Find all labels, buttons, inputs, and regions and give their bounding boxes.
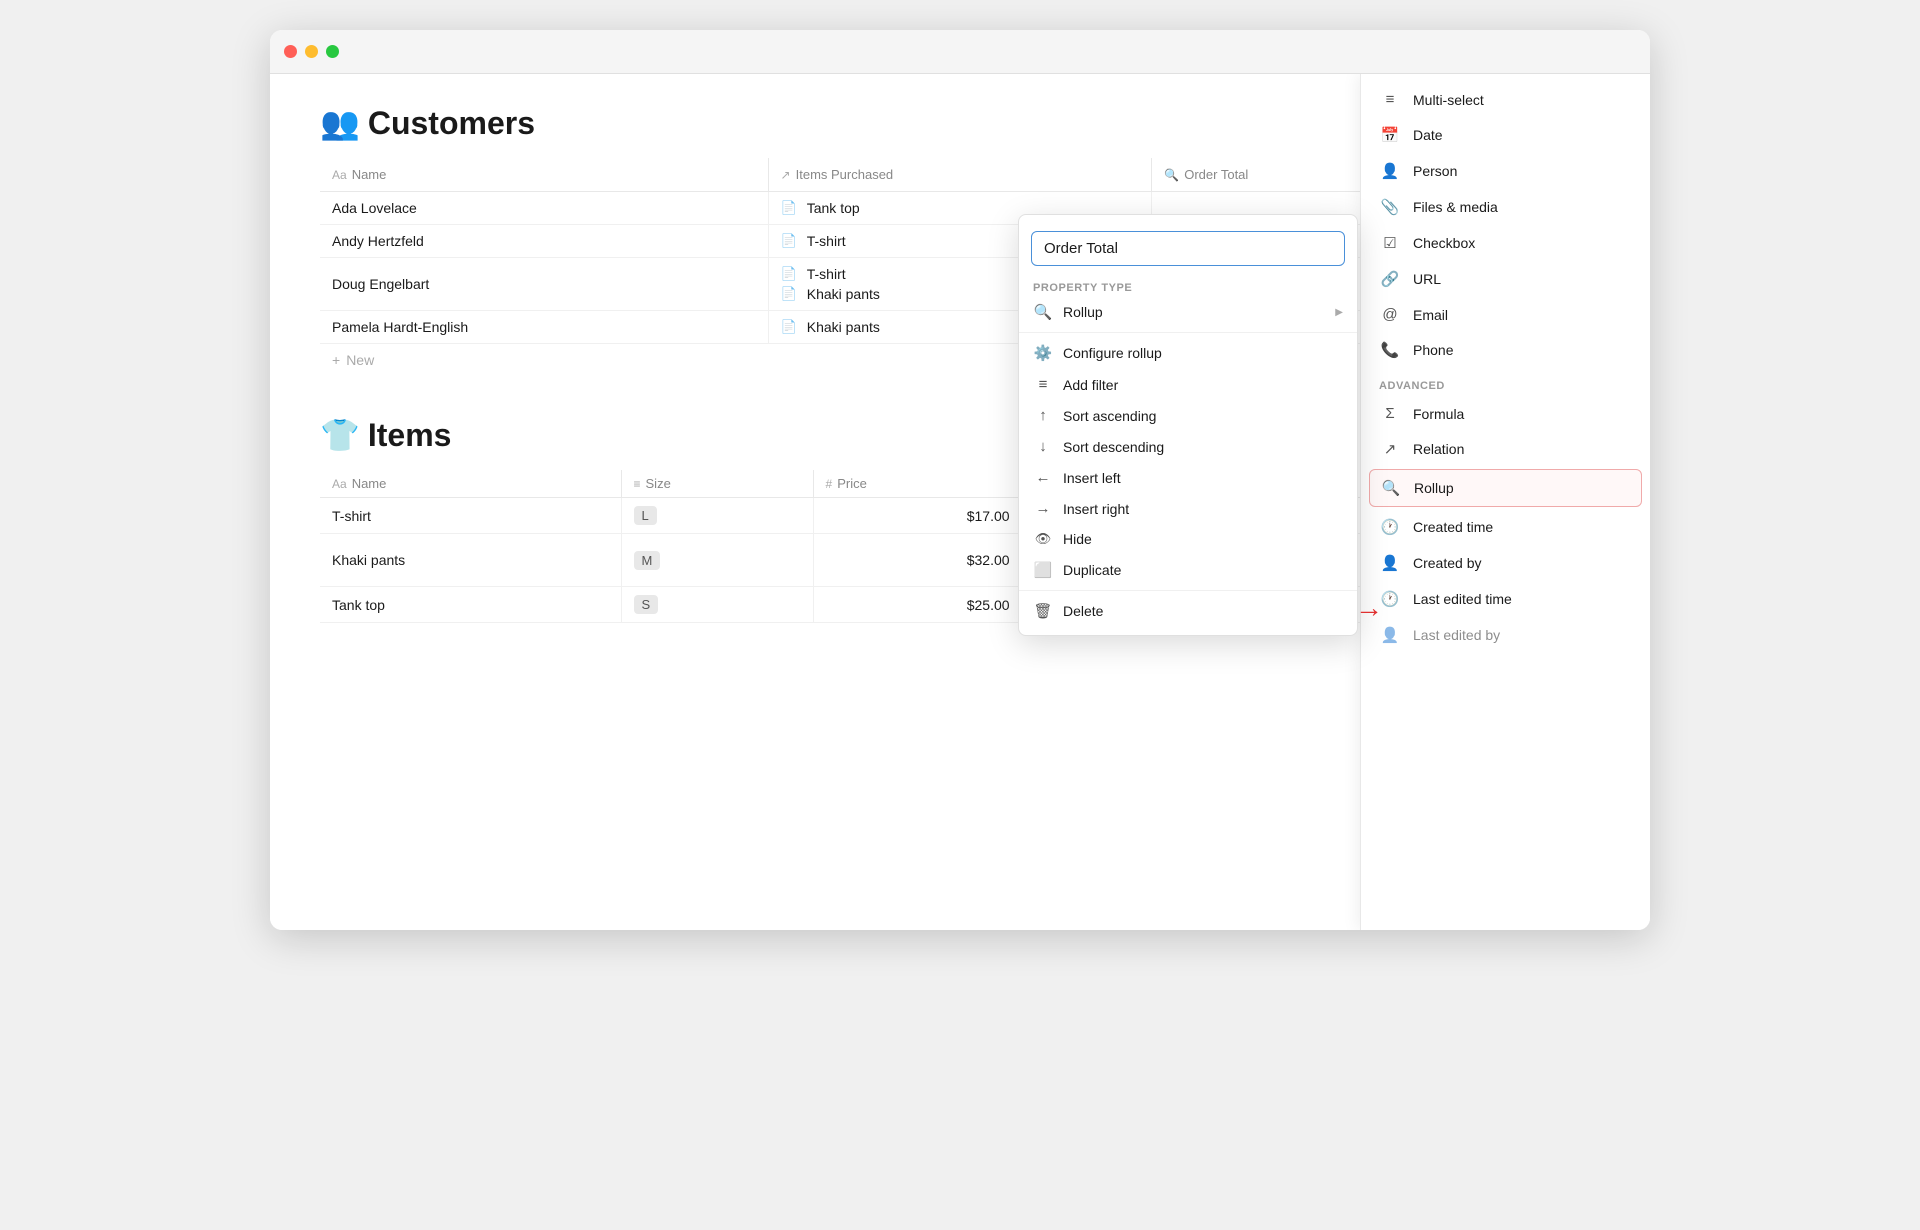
created-time-icon: 🕐 [1379,518,1401,536]
items-col-price[interactable]: # Price [813,470,1022,498]
type-last-edited-time[interactable]: 🕐 Last edited time [1361,581,1650,617]
hide-item[interactable]: 👁 Hide [1019,524,1357,554]
cell-name[interactable]: Tank top [320,587,621,623]
type-created-time[interactable]: 🕐 Created time [1361,509,1650,545]
configure-rollup-item[interactable]: ⚙️ Configure rollup [1019,337,1357,369]
cell-size[interactable]: S [621,587,813,623]
size-badge: M [634,551,661,570]
size-col-icon: ≡ [634,477,641,491]
size-badge: L [634,506,657,525]
type-email[interactable]: @ Email [1361,297,1650,332]
add-filter-item[interactable]: ≡ Add filter [1019,369,1357,400]
rollup-type-icon: 🔍 [1033,303,1053,321]
filter-icon: ≡ [1033,376,1053,393]
duplicate-icon: ⬜ [1033,561,1053,579]
items-col-size[interactable]: ≡ Size [621,470,813,498]
items-col-name[interactable]: Aa Name [320,470,621,498]
type-url[interactable]: 🔗 URL [1361,261,1650,297]
duplicate-item[interactable]: ⬜ Duplicate [1019,554,1357,586]
type-files[interactable]: 📎 Files & media [1361,189,1650,225]
items-title: 👕 Items [320,416,451,454]
files-icon: 📎 [1379,198,1401,216]
type-created-by[interactable]: 👤 Created by [1361,545,1650,581]
type-last-edited-by[interactable]: 👤 Last edited by [1361,617,1650,653]
sort-asc-icon: ↑ [1033,407,1053,424]
sort-ascending-item[interactable]: ↑ Sort ascending [1019,400,1357,431]
formula-icon: Σ [1379,405,1401,422]
doc-icon: 📄 [781,266,797,282]
name-col-icon: Aa [332,168,347,182]
sort-desc-icon: ↓ [1033,438,1053,455]
type-person[interactable]: 👤 Person [1361,153,1650,189]
url-icon: 🔗 [1379,270,1401,288]
type-rollup[interactable]: 🔍 Rollup [1369,469,1642,507]
items-col-icon: ↗ [781,168,791,182]
customers-title: 👥 Customers [320,104,535,142]
type-relation[interactable]: ↗ Relation [1361,431,1650,467]
created-by-icon: 👤 [1379,554,1401,572]
cell-size[interactable]: M [621,534,813,587]
type-formula[interactable]: Σ Formula [1361,396,1650,431]
configure-icon: ⚙️ [1033,344,1053,362]
rollup-icon: 🔍 [1380,479,1402,497]
cell-name[interactable]: T-shirt [320,498,621,534]
insert-right-icon: → [1033,500,1053,517]
sort-descending-item[interactable]: ↓ Sort descending [1019,431,1357,462]
insert-right-item[interactable]: → Insert right [1019,493,1357,524]
titlebar [270,30,1650,74]
plus-icon: + [332,352,340,368]
minimize-button[interactable] [305,45,318,58]
type-panel: ≡ Multi-select 📅 Date 👤 Person 📎 Files &… [1360,74,1650,930]
type-multiselect[interactable]: ≡ Multi-select [1361,82,1650,117]
cell-size[interactable]: L [621,498,813,534]
type-checkbox[interactable]: ☑ Checkbox [1361,225,1650,261]
doc-icon: 📄 [781,286,797,302]
size-badge: S [634,595,659,614]
price-col-icon: # [826,477,833,491]
menu-divider-2 [1019,590,1357,591]
person-icon: 👤 [1379,162,1401,180]
type-date[interactable]: 📅 Date [1361,117,1650,153]
close-button[interactable] [284,45,297,58]
customers-col-name[interactable]: Aa Name [320,158,768,192]
cell-price[interactable]: $32.00 [813,534,1022,587]
items-emoji: 👕 [320,416,360,454]
name-col-icon: Aa [332,477,347,491]
menu-divider [1019,332,1357,333]
maximize-button[interactable] [326,45,339,58]
column-name-input[interactable] [1031,231,1345,266]
total-col-icon: 🔍 [1164,168,1179,182]
arrow-indicator: → [1355,592,1383,624]
phone-icon: 📞 [1379,341,1401,359]
relation-icon: ↗ [1379,440,1401,458]
property-type-selector[interactable]: 🔍 Rollup [1019,296,1357,328]
property-type-label: PROPERTY TYPE [1019,274,1357,296]
date-icon: 📅 [1379,126,1401,144]
column-name-input-wrap [1019,223,1357,274]
cell-name[interactable]: Doug Engelbart [320,258,768,311]
cell-price[interactable]: $25.00 [813,587,1022,623]
multiselect-icon: ≡ [1379,91,1401,108]
doc-icon: 📄 [781,233,797,249]
cell-price[interactable]: $17.00 [813,498,1022,534]
insert-left-icon: ← [1033,469,1053,486]
cell-name[interactable]: Ada Lovelace [320,192,768,225]
doc-icon: 📄 [781,319,797,335]
email-icon: @ [1379,306,1401,323]
checkbox-icon: ☑ [1379,234,1401,252]
hide-icon: 👁 [1033,531,1053,547]
delete-icon: 🗑 [1033,602,1053,620]
column-context-menu: PROPERTY TYPE 🔍 Rollup ⚙️ Configure roll… [1018,214,1358,636]
delete-item[interactable]: 🗑 Delete [1019,595,1357,627]
doc-icon: 📄 [781,200,797,216]
advanced-label: ADVANCED [1361,368,1650,396]
cell-name[interactable]: Khaki pants [320,534,621,587]
customers-col-items[interactable]: ↗ Items Purchased [768,158,1152,192]
type-phone[interactable]: 📞 Phone [1361,332,1650,368]
insert-left-item[interactable]: ← Insert left [1019,462,1357,493]
customers-emoji: 👥 [320,104,360,142]
cell-name[interactable]: Pamela Hardt-English [320,311,768,344]
last-edited-by-icon: 👤 [1379,626,1401,644]
cell-name[interactable]: Andy Hertzfeld [320,225,768,258]
